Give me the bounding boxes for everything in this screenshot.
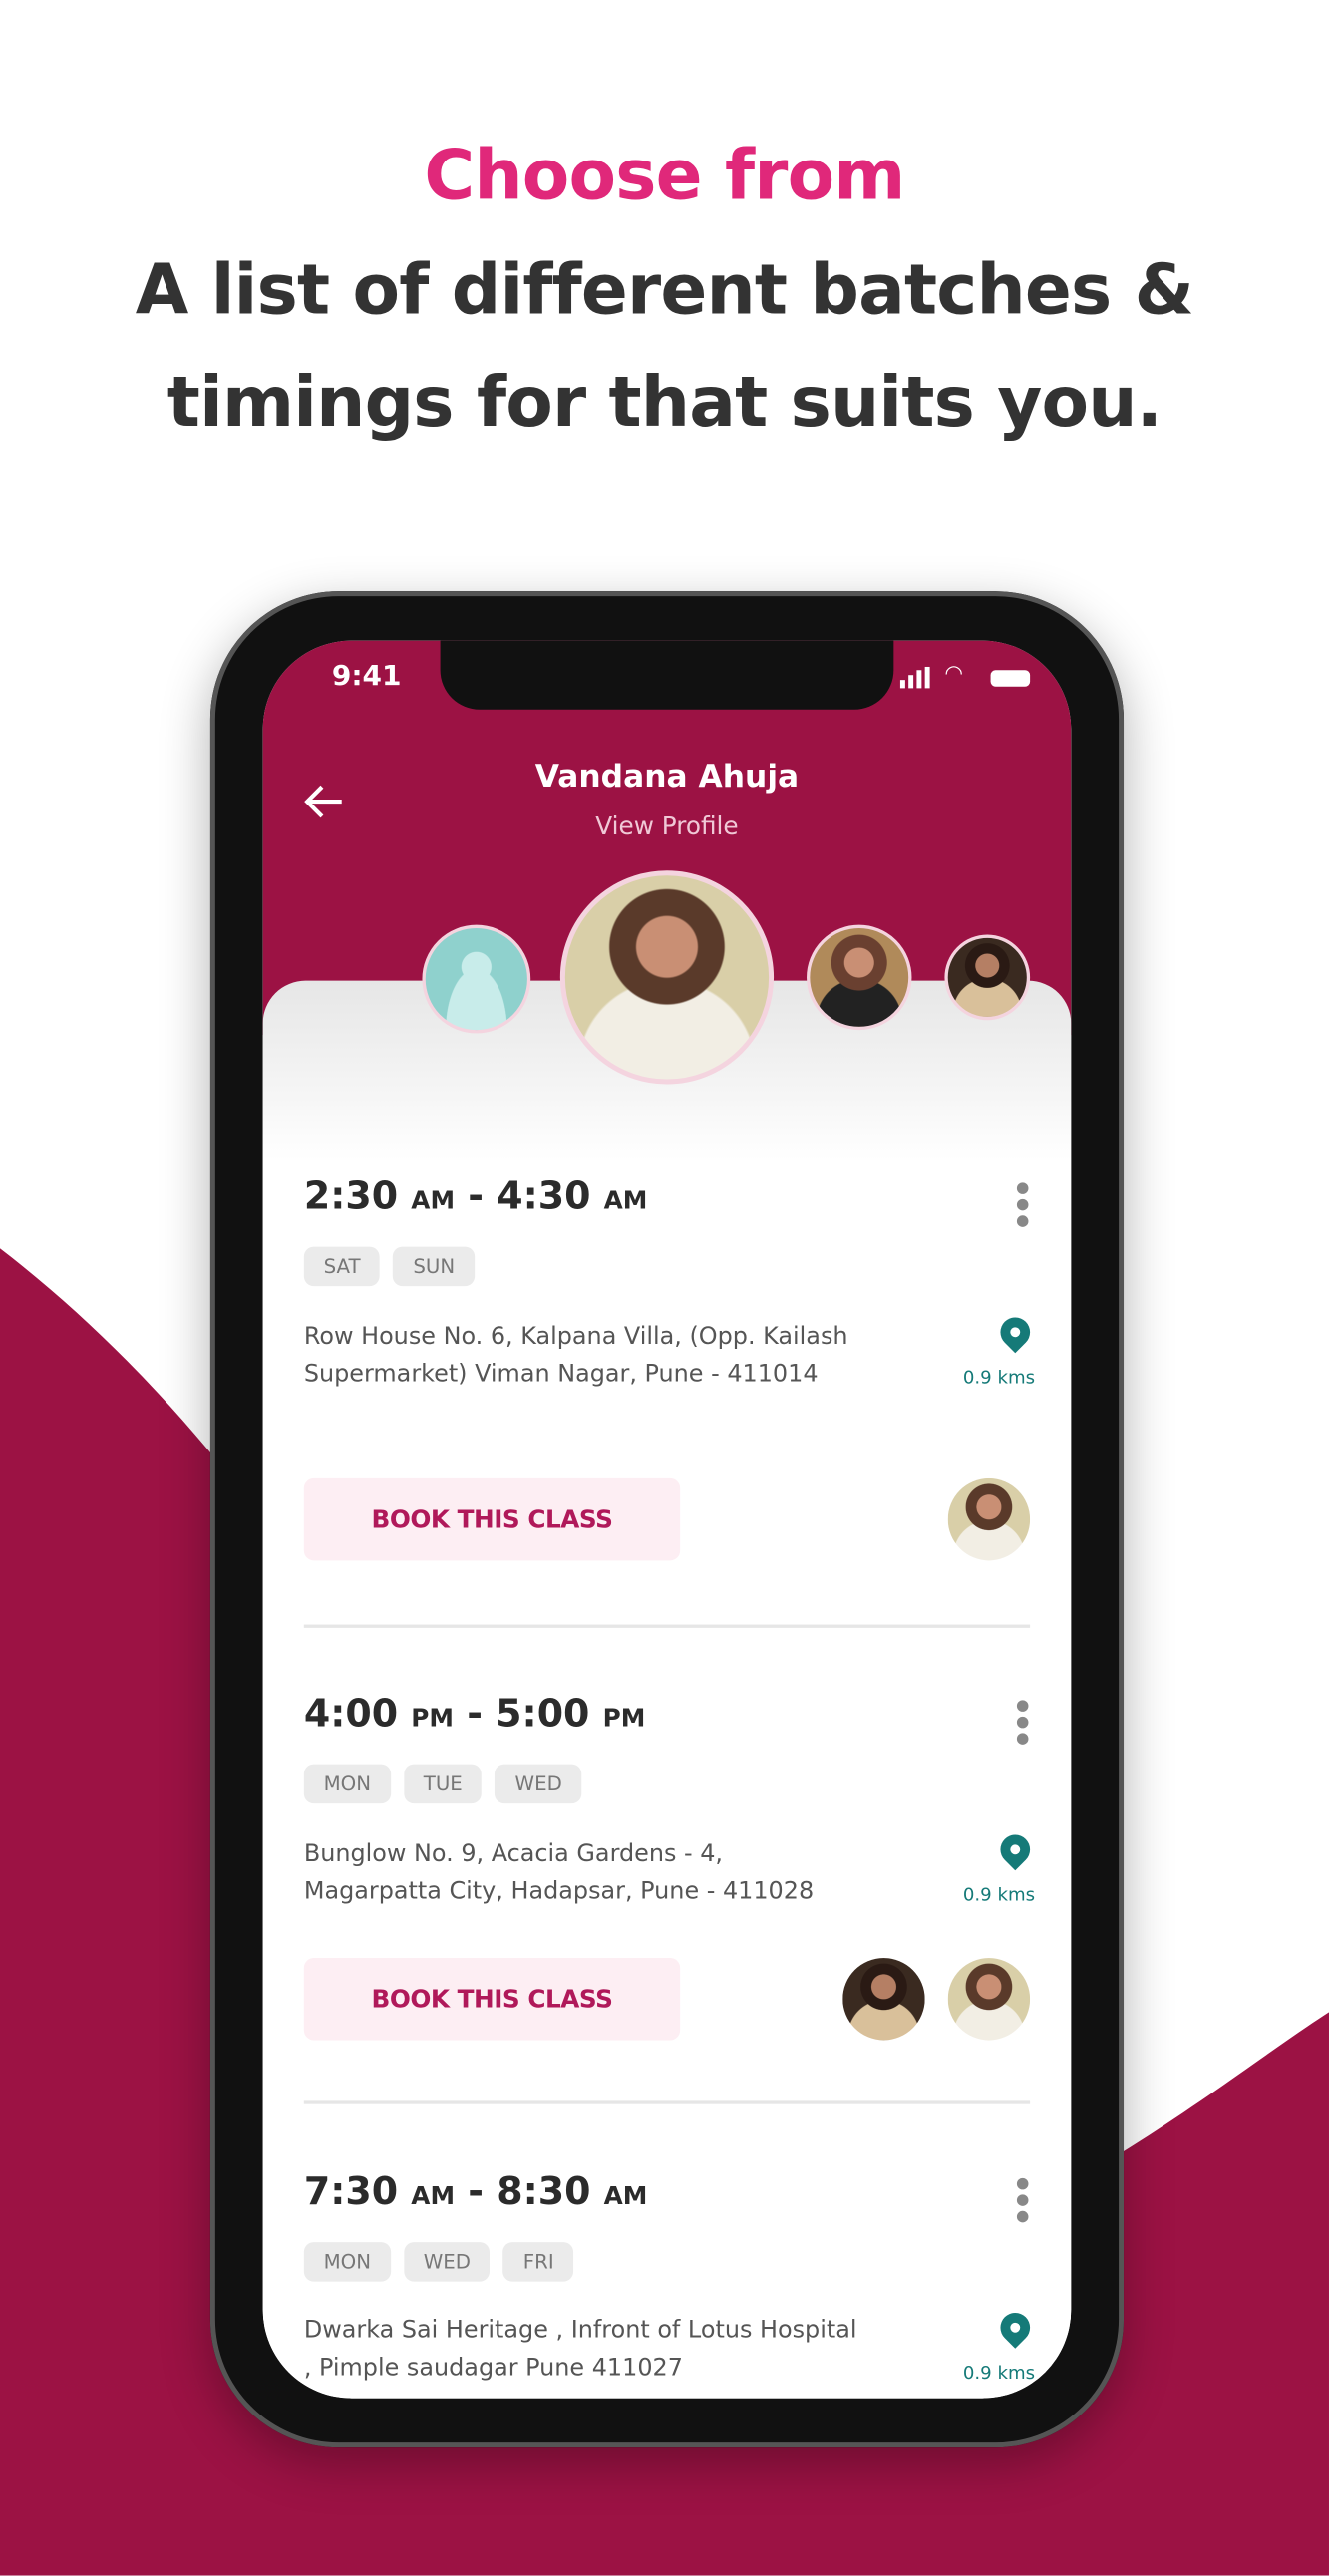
trainer-avatar bbox=[842, 1958, 925, 2041]
battery-icon bbox=[990, 670, 1031, 687]
notch bbox=[440, 640, 894, 710]
more-options-icon[interactable] bbox=[1016, 1700, 1030, 1746]
more-options-icon[interactable] bbox=[1016, 2177, 1030, 2224]
divider bbox=[303, 1624, 1031, 1628]
headline-accent: Choose from bbox=[424, 135, 905, 215]
day-chip: MON bbox=[303, 2242, 391, 2282]
headline-line: timings for that suits you. bbox=[166, 361, 1163, 443]
profile-name: Vandana Ahuja bbox=[534, 759, 800, 796]
more-options-icon[interactable] bbox=[1016, 1182, 1030, 1228]
book-class-button[interactable]: BOOK THIS CLASS bbox=[303, 1958, 681, 2041]
trainer-avatar bbox=[947, 1958, 1031, 2041]
app-screen: 9:41 ◠ Vandana Ahuja View Profile 2:30 A… bbox=[262, 640, 1072, 2399]
batch-address: Row House No. 6, Kalpana Villa, (Opp. Ka… bbox=[303, 1324, 848, 1389]
day-chip: SAT bbox=[303, 1246, 381, 1287]
day-chip: MON bbox=[303, 1764, 391, 1804]
marketing-screen: Choose from A list of different batches … bbox=[0, 0, 1329, 2576]
day-chip: SUN bbox=[393, 1246, 475, 1287]
divider bbox=[303, 2100, 1031, 2104]
avatar-placeholder[interactable] bbox=[422, 924, 531, 1034]
trainer-avatar bbox=[947, 1477, 1031, 1561]
distance: 0.9 kms bbox=[962, 1366, 1036, 1389]
avatar[interactable] bbox=[807, 924, 912, 1031]
signal-icon bbox=[899, 680, 905, 689]
status-time: 9:41 bbox=[331, 660, 402, 694]
batch-time: 4:00 PM - 5:00 PM bbox=[303, 1693, 646, 1737]
batch-address: Bunglow No. 9, Acacia Gardens - 4, Magar… bbox=[303, 1841, 815, 1906]
batch-address: Dwarka Sai Heritage , Infront of Lotus H… bbox=[303, 2317, 857, 2383]
day-chip: WED bbox=[495, 1764, 582, 1804]
avatar[interactable] bbox=[944, 934, 1031, 1021]
day-chip: WED bbox=[403, 2242, 491, 2282]
view-profile-link[interactable]: View Profile bbox=[263, 811, 1072, 841]
day-chip: FRI bbox=[502, 2242, 574, 2282]
batch-time: 7:30 AM - 8:30 AM bbox=[303, 2171, 648, 2215]
book-class-button[interactable]: BOOK THIS CLASS bbox=[303, 1477, 681, 1561]
avatar-selected[interactable] bbox=[559, 870, 775, 1085]
day-chip: TUE bbox=[403, 1764, 483, 1804]
batch-time: 2:30 AM - 4:30 AM bbox=[303, 1175, 648, 1219]
wifi-icon: ◠ bbox=[944, 662, 964, 687]
distance: 0.9 kms bbox=[962, 1883, 1036, 1906]
headline-line: A list of different batches & bbox=[135, 249, 1194, 331]
distance: 0.9 kms bbox=[962, 2362, 1036, 2384]
status-icons: ◠ bbox=[899, 662, 1032, 690]
